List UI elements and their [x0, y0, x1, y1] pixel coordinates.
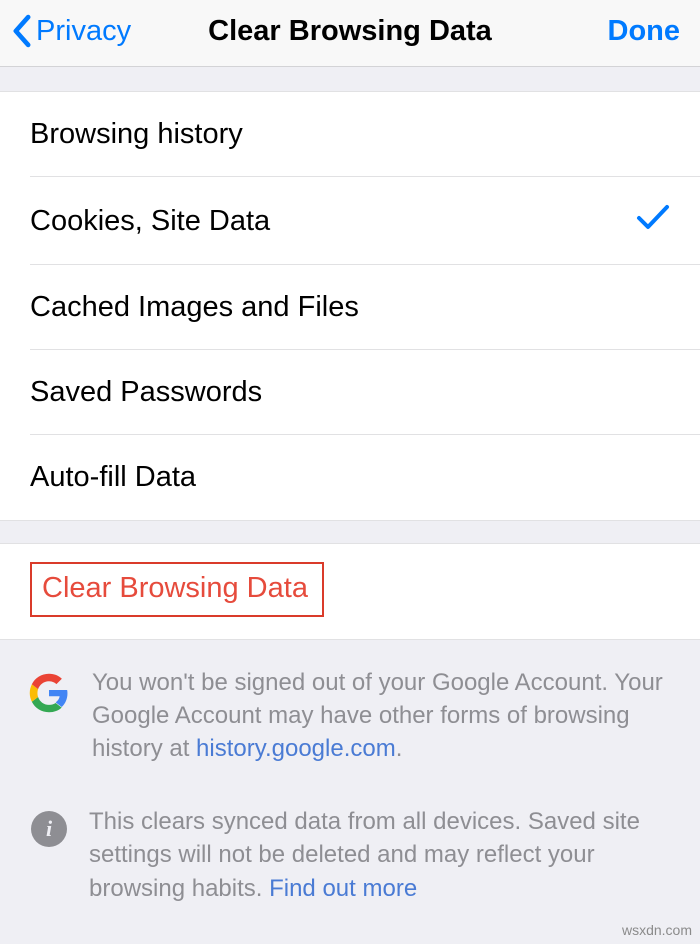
done-button[interactable]: Done	[608, 15, 681, 48]
page-title: Clear Browsing Data	[208, 15, 492, 48]
chevron-left-icon	[12, 14, 32, 48]
sync-info-note: i This clears synced data from all devic…	[28, 805, 672, 904]
clear-browsing-data-button[interactable]: Clear Browsing Data	[30, 562, 324, 617]
option-saved-passwords[interactable]: Saved Passwords	[0, 350, 700, 435]
option-label: Cookies, Site Data	[30, 205, 270, 238]
option-label: Saved Passwords	[30, 376, 262, 409]
option-cached-images-files[interactable]: Cached Images and Files	[0, 265, 700, 350]
google-note-text: You won't be signed out of your Google A…	[92, 666, 672, 765]
history-google-link[interactable]: history.google.com	[196, 735, 396, 762]
find-out-more-link[interactable]: Find out more	[269, 875, 417, 902]
option-browsing-history[interactable]: Browsing history	[0, 92, 700, 177]
navbar: Privacy Clear Browsing Data Done	[0, 0, 700, 67]
watermark: wsxdn.com	[622, 922, 692, 938]
checkmark-icon	[636, 203, 670, 239]
data-options-list: Browsing history Cookies, Site Data Cach…	[0, 91, 700, 521]
option-label: Auto-fill Data	[30, 461, 196, 494]
option-autofill-data[interactable]: Auto-fill Data	[0, 435, 700, 520]
google-account-note: You won't be signed out of your Google A…	[28, 666, 672, 765]
option-label: Browsing history	[30, 118, 243, 151]
clear-section: Clear Browsing Data	[0, 543, 700, 640]
option-cookies-site-data[interactable]: Cookies, Site Data	[0, 177, 700, 265]
footer-notes: You won't be signed out of your Google A…	[0, 640, 700, 905]
option-label: Cached Images and Files	[30, 291, 359, 324]
info-icon: i	[31, 811, 67, 847]
back-button[interactable]: Privacy	[12, 14, 131, 48]
google-logo-icon	[28, 672, 70, 714]
sync-note-text: This clears synced data from all devices…	[89, 805, 672, 904]
back-label: Privacy	[36, 15, 131, 48]
